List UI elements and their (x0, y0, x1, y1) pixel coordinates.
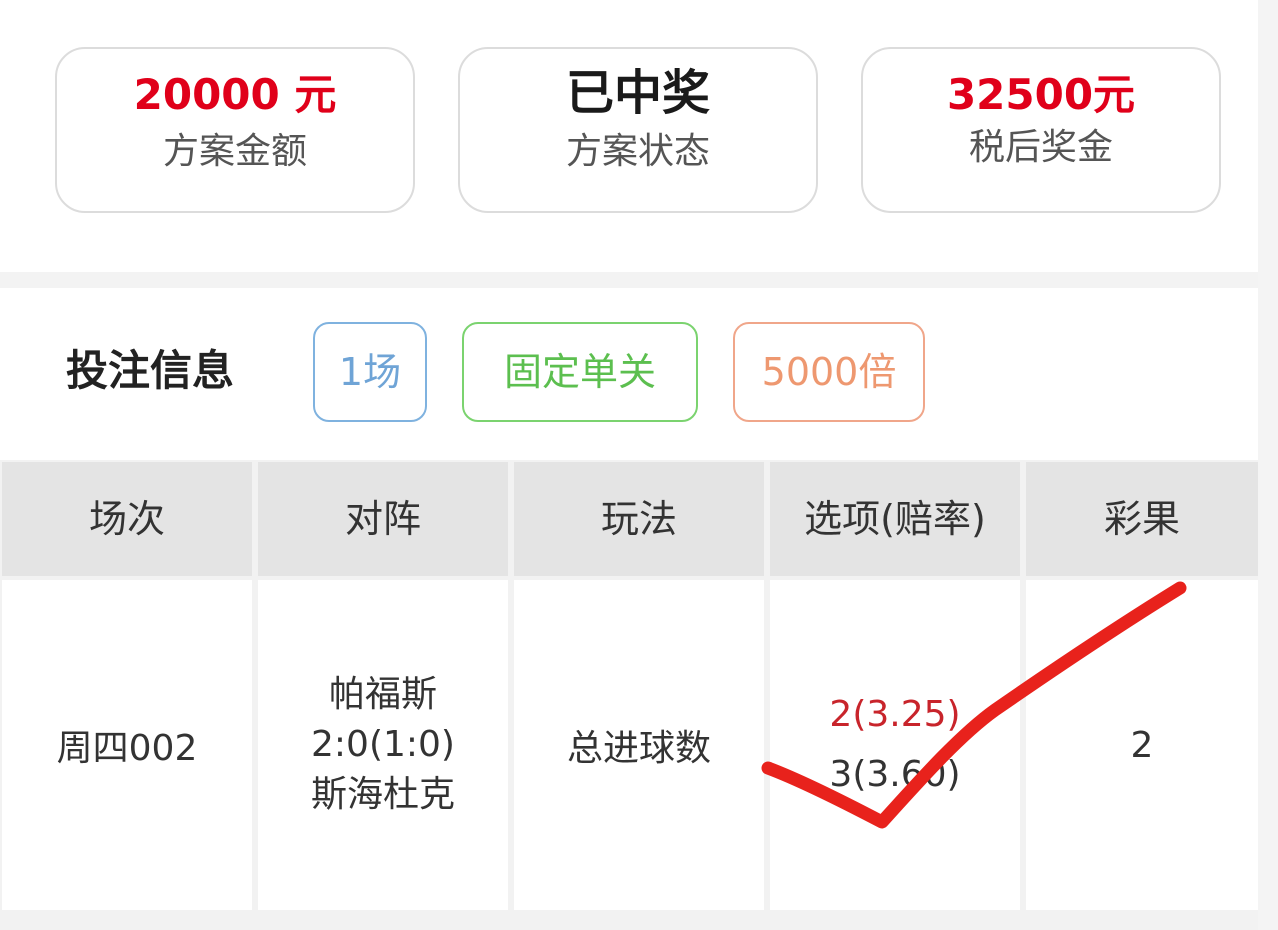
option-other: 3(3.60) (829, 754, 961, 795)
summary-cards: 20000 元 方案金额 已中奖 方案状态 32500元 税后奖金 (0, 0, 1258, 272)
scrollbar-track[interactable] (1258, 0, 1278, 930)
result-text: 2 (1130, 724, 1154, 766)
fixture-stack: 帕福斯 2:0(1:0) 斯海杜克 (311, 670, 455, 820)
prize-card: 32500元 税后奖金 (861, 47, 1221, 213)
status-label: 方案状态 (565, 131, 710, 172)
match-no-text: 周四002 (56, 728, 198, 769)
bet-table: 场次 对阵 玩法 选项(赔率) 彩果 周四002 帕福斯 2:0(1:0) 斯海… (0, 460, 1258, 930)
cell-result: 2 (1026, 580, 1258, 910)
bet-info-header: 投注信息 1场 固定单关 5000倍 (0, 288, 1258, 460)
amount-label: 方案金额 (162, 131, 307, 172)
pass-type-tag: 固定单关 (462, 322, 698, 422)
header-fixture: 对阵 (258, 462, 508, 576)
bet-info-title: 投注信息 (66, 346, 235, 395)
cell-match-no: 周四002 (2, 580, 252, 910)
prize-label: 税后奖金 (968, 127, 1113, 168)
play-type-text: 总进球数 (566, 728, 711, 769)
options-stack: 2(3.25) 3(3.60) (829, 685, 960, 805)
match-count-tag: 1场 (313, 322, 427, 422)
multiplier-tag: 5000倍 (733, 322, 925, 422)
header-match-no: 场次 (2, 462, 252, 576)
status-card: 已中奖 方案状态 (458, 47, 818, 213)
amount-card: 20000 元 方案金额 (55, 47, 415, 213)
amount-value: 20000 元 (133, 70, 337, 119)
header-option-odds: 选项(赔率) (770, 462, 1020, 576)
away-team: 斯海杜克 (310, 774, 455, 815)
match-score: 2:0(1:0) (311, 724, 455, 765)
cell-option-odds: 2(3.25) 3(3.60) (770, 580, 1020, 910)
home-team: 帕福斯 (328, 674, 437, 715)
header-play-type: 玩法 (514, 462, 764, 576)
cell-fixture: 帕福斯 2:0(1:0) 斯海杜克 (258, 580, 508, 910)
cell-play-type: 总进球数 (514, 580, 764, 910)
section-divider (0, 272, 1258, 288)
bet-detail-page: 20000 元 方案金额 已中奖 方案状态 32500元 税后奖金 投注信息 1… (0, 0, 1278, 930)
header-result: 彩果 (1026, 462, 1258, 576)
option-hit: 2(3.25) (829, 694, 961, 735)
prize-value: 32500元 (946, 70, 1136, 119)
status-value: 已中奖 (565, 65, 710, 121)
